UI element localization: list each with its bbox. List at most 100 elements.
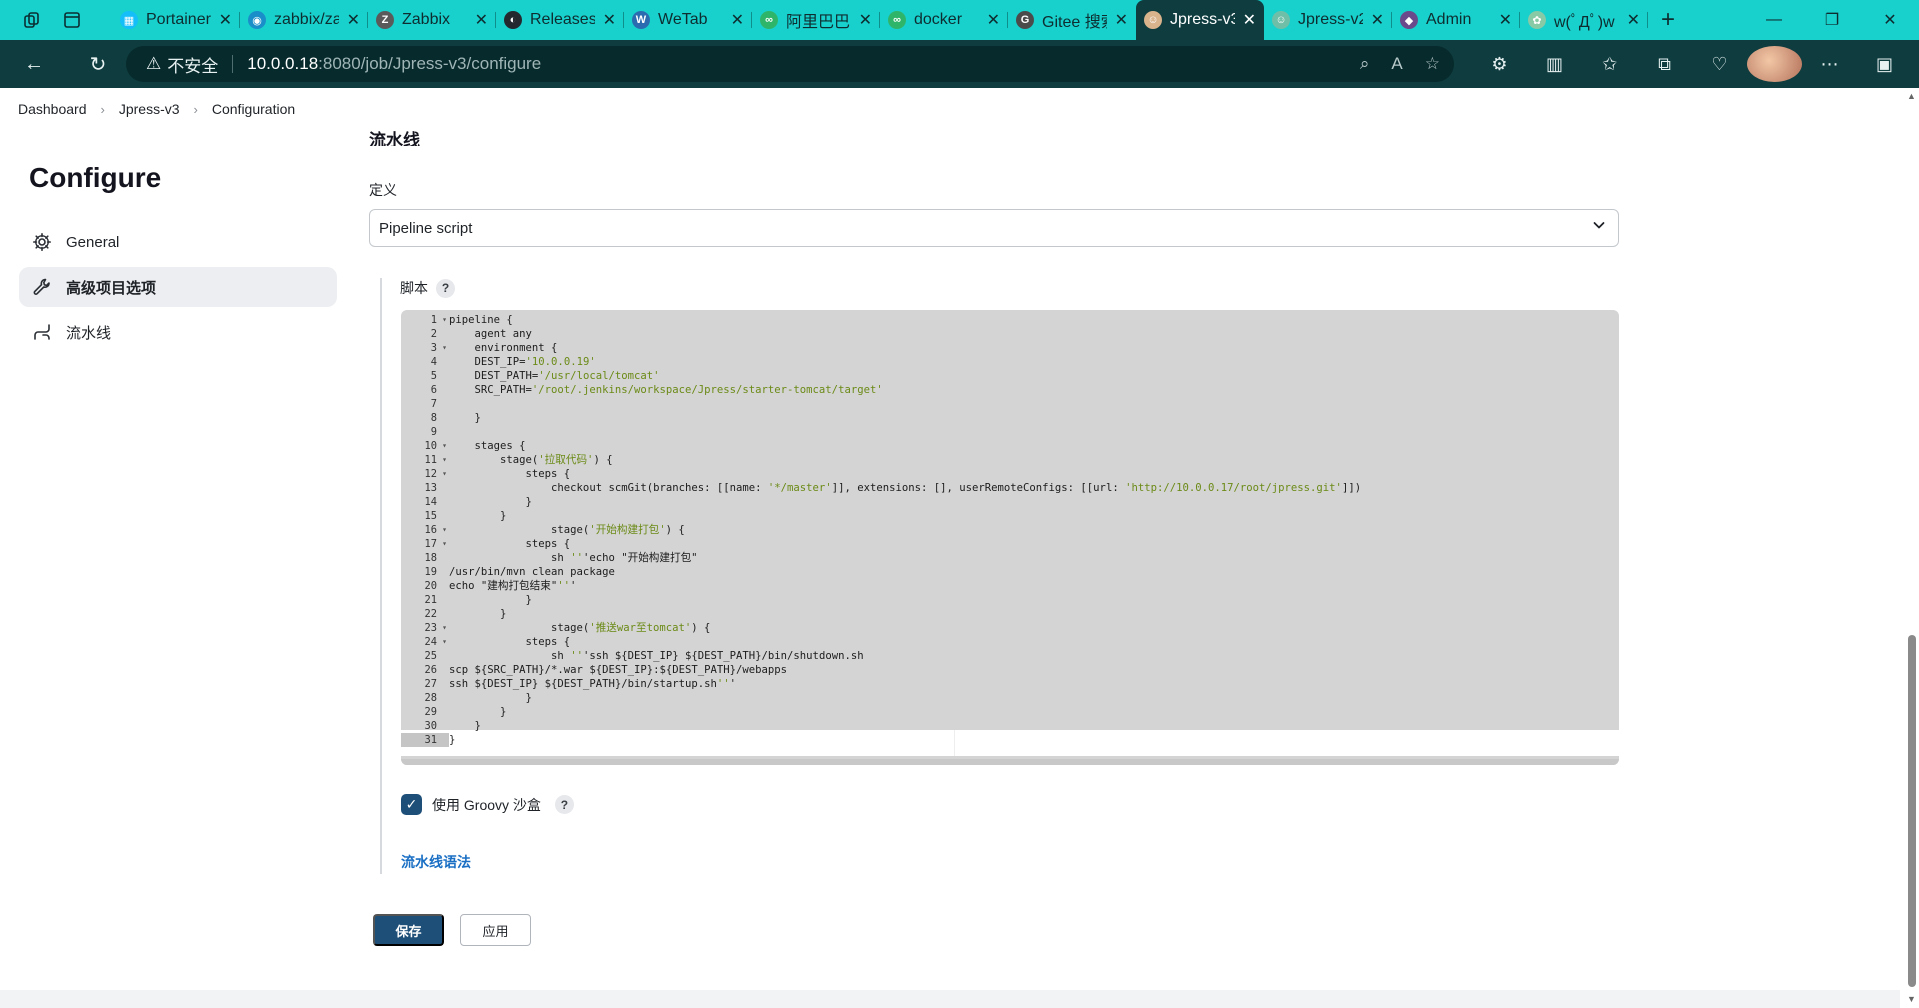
favorites-icon[interactable]: ✩ <box>1582 46 1637 82</box>
editor-code-area[interactable]: pipeline { agent any environment { DEST_… <box>449 310 1619 765</box>
apply-button[interactable]: 应用 <box>460 914 531 946</box>
definition-label: 定义 <box>369 182 397 198</box>
config-side-nav: General 高级项目选项 流水线 <box>19 222 337 357</box>
close-window-icon[interactable]: ✕ <box>1861 0 1919 40</box>
fold-toggle-icon[interactable]: ▾ <box>442 313 447 327</box>
browser-tab[interactable]: ∞ 阿里巴巴 ✕ <box>752 4 880 36</box>
tab-close-icon[interactable]: ✕ <box>1499 10 1512 30</box>
sidebar-item-pipeline[interactable]: 流水线 <box>19 312 337 352</box>
line-number: 29 <box>424 706 437 718</box>
fold-toggle-icon[interactable]: ▾ <box>442 453 447 467</box>
line-number: 25 <box>424 650 437 662</box>
help-icon[interactable]: ? <box>436 278 455 298</box>
code-line: SRC_PATH='/root/.jenkins/workspace/Jpres… <box>449 384 883 396</box>
browser-tab[interactable]: ∞ docker ✕ <box>880 4 1008 36</box>
code-line: } <box>449 496 532 508</box>
breadcrumb-dashboard[interactable]: Dashboard <box>18 101 87 117</box>
tab-favicon-icon: ◉ <box>248 11 266 29</box>
tab-close-icon[interactable]: ✕ <box>731 10 744 30</box>
performance-icon[interactable]: ♡ <box>1692 46 1747 82</box>
scroll-up-icon[interactable]: ▲ <box>1907 91 1916 101</box>
favorite-star-icon[interactable]: ☆ <box>1425 54 1440 74</box>
profile-avatar[interactable] <box>1747 46 1802 82</box>
restore-icon[interactable]: ❐ <box>1803 0 1861 40</box>
fold-toggle-icon[interactable]: ▾ <box>442 341 447 355</box>
tab-favicon-icon: ∞ <box>888 11 906 29</box>
tab-close-icon[interactable]: ✕ <box>603 10 616 30</box>
definition-select[interactable]: Pipeline script <box>369 209 1619 247</box>
fold-toggle-icon[interactable]: ▾ <box>442 635 447 649</box>
fold-toggle-icon[interactable]: ▾ <box>442 523 447 537</box>
script-editor[interactable]: 1 ▾ 2 3 ▾ 4 5 6 7 8 9 10 ▾ 11 ▾ 12 ▾ 13 14 15 16 ▾ 17 ▾ 18 19 20 21… <box>401 310 1619 765</box>
line-number: 7 <box>430 398 437 410</box>
browser-tab[interactable]: W WeTab ✕ <box>624 4 752 36</box>
editor-horizontal-scrollbar[interactable] <box>401 759 1619 765</box>
line-number: 18 <box>424 552 437 564</box>
tab-close-icon[interactable]: ✕ <box>1371 10 1384 30</box>
refresh-icon[interactable]: ↻ <box>76 46 120 82</box>
browser-tab[interactable]: G Gitee 搜索 ✕ <box>1008 4 1136 36</box>
breadcrumb-job[interactable]: Jpress-v3 <box>119 101 180 117</box>
browser-tab[interactable]: Z Zabbix ✕ <box>368 4 496 36</box>
tab-close-icon[interactable]: ✕ <box>475 10 488 30</box>
browser-tab[interactable]: ◐ Releases ✕ <box>496 4 624 36</box>
wrench-icon <box>32 277 52 297</box>
tab-close-icon[interactable]: ✕ <box>1243 10 1256 30</box>
zoom-icon[interactable]: ⌕ <box>1360 54 1370 74</box>
sidebar-item-advanced-options[interactable]: 高级项目选项 <box>19 267 337 307</box>
split-screen-icon[interactable]: ▥ <box>1527 46 1582 82</box>
scroll-down-icon[interactable]: ▼ <box>1907 994 1916 1004</box>
browser-tab[interactable]: ✿ w(ﾟДﾟ)w ✕ <box>1520 4 1648 36</box>
tab-title: Gitee 搜索 <box>1042 14 1107 31</box>
tab-close-icon[interactable]: ✕ <box>987 10 1000 30</box>
tab-title: docker <box>914 11 963 28</box>
insecure-label: 不安全 <box>167 56 219 76</box>
browser-tab[interactable]: ◆ Admin ✕ <box>1392 4 1520 36</box>
new-tab-button[interactable]: + <box>1648 6 1688 34</box>
browser-toolbar: ← ↻ ⚠ 不安全 10.0.0.18 :8080/job/Jpress-v3/… <box>0 40 1919 88</box>
tab-close-icon[interactable]: ✕ <box>1115 10 1128 30</box>
tab-close-icon[interactable]: ✕ <box>859 10 872 30</box>
fold-toggle-icon[interactable]: ▾ <box>442 467 447 481</box>
line-number: 11 ▾ <box>424 453 447 467</box>
browser-tab[interactable]: ☺ Jpress-v2 ✕ <box>1264 4 1392 36</box>
help-icon[interactable]: ? <box>554 795 574 814</box>
tab-title: Admin <box>1426 11 1472 28</box>
code-line: sh '''echo "开始构建打包" <box>449 552 698 564</box>
workspaces-icon[interactable] <box>14 5 50 35</box>
groovy-sandbox-checkbox[interactable]: ✓ <box>401 794 422 815</box>
line-number: 8 <box>430 412 437 424</box>
tab-close-icon[interactable]: ✕ <box>219 10 232 30</box>
sidebar-item-general[interactable]: General <box>19 222 337 262</box>
more-menu-icon[interactable]: ⋯ <box>1802 46 1857 82</box>
browser-tab[interactable]: ▦ Portainer ✕ <box>112 4 240 36</box>
save-button[interactable]: 保存 <box>373 914 444 946</box>
tab-title: Zabbix <box>402 11 451 28</box>
pipeline-syntax-link[interactable]: 流水线语法 <box>401 852 471 872</box>
fold-toggle-icon[interactable]: ▾ <box>442 537 447 551</box>
tab-close-icon[interactable]: ✕ <box>347 10 360 30</box>
extensions-icon[interactable]: ⚙ <box>1472 46 1527 82</box>
fold-toggle-icon[interactable]: ▾ <box>442 439 447 453</box>
tab-actions-icon[interactable] <box>54 5 90 35</box>
address-divider <box>232 55 234 73</box>
scrollbar-thumb[interactable] <box>1908 635 1916 987</box>
back-icon[interactable]: ← <box>12 46 56 82</box>
code-line: pipeline { <box>449 314 513 326</box>
line-number: 24 ▾ <box>424 635 447 649</box>
browser-tab[interactable]: ☺ Jpress-v3 ✕ <box>1136 0 1264 40</box>
browser-tab[interactable]: ◉ zabbix/zabbix ✕ <box>240 4 368 36</box>
section-indent-bar <box>380 278 382 874</box>
breadcrumb-configuration[interactable]: Configuration <box>212 101 295 117</box>
tab-close-icon[interactable]: ✕ <box>1627 10 1640 30</box>
code-line: /usr/bin/mvn clean package <box>449 566 615 578</box>
address-bar[interactable]: ⚠ 不安全 10.0.0.18 :8080/job/Jpress-v3/conf… <box>126 46 1454 82</box>
sidebar-toggle-icon[interactable]: ▣ <box>1857 46 1912 82</box>
minimize-icon[interactable]: — <box>1745 0 1803 40</box>
read-aloud-icon[interactable]: A <box>1391 54 1402 74</box>
page-vertical-scrollbar[interactable]: ▲ ▼ <box>1904 88 1919 1008</box>
collections-icon[interactable]: ⧉ <box>1637 46 1692 82</box>
code-line: stage('拉取代码') { <box>449 454 613 466</box>
fold-toggle-icon[interactable]: ▾ <box>442 621 447 635</box>
editor-gutter: 1 ▾ 2 3 ▾ 4 5 6 7 8 9 10 ▾ 11 ▾ 12 ▾ 13 14 15 16 ▾ 17 ▾ 18 19 20 21… <box>401 310 449 765</box>
